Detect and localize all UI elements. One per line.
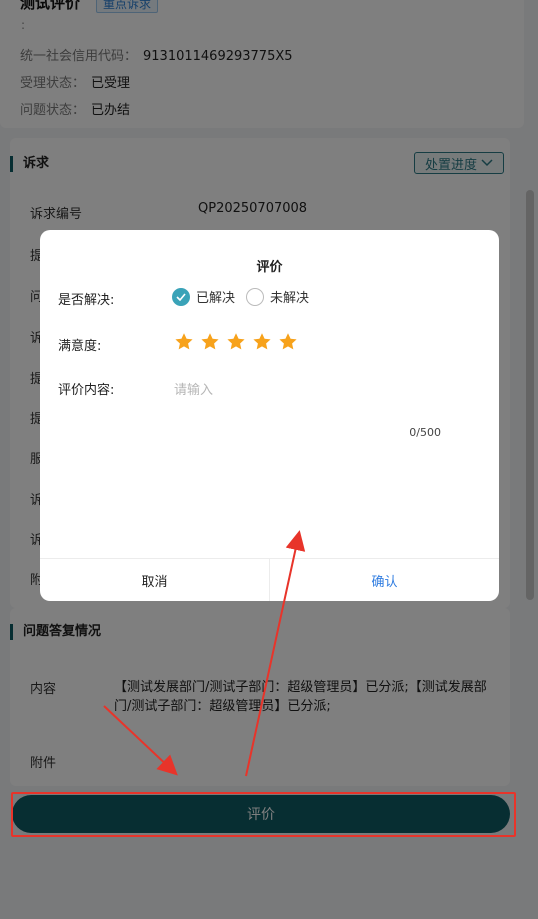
radio-unresolved-label: 未解决 (270, 291, 310, 306)
resolved-label: 是否解决: (58, 293, 115, 308)
star-rating[interactable] (174, 332, 298, 352)
star-icon[interactable] (174, 332, 194, 352)
star-icon[interactable] (278, 332, 298, 352)
radio-resolved[interactable]: 已解决 (172, 287, 235, 306)
star-icon[interactable] (226, 332, 246, 352)
content-label: 评价内容: (58, 383, 115, 398)
star-icon[interactable] (252, 332, 272, 352)
star-icon[interactable] (200, 332, 220, 352)
radio-resolved-label: 已解决 (196, 291, 236, 306)
cancel-button[interactable]: 取消 (40, 559, 270, 601)
dialog-footer: 取消 确认 (40, 558, 499, 601)
radio-unchecked-icon (246, 287, 264, 306)
evaluation-dialog: 评价 是否解决: 已解决 未解决 满意度: 评价内容: 请输入 0/500 取消… (40, 230, 499, 601)
confirm-button[interactable]: 确认 (270, 559, 499, 601)
dialog-title: 评价 (256, 260, 283, 275)
satisfaction-label: 满意度: (58, 339, 102, 354)
character-counter: 0/500 (409, 426, 441, 439)
radio-checked-icon (172, 287, 190, 306)
page: 测试评价 重点诉求 : 统一社会信用代码：9131011469293775X5 … (0, 0, 538, 919)
radio-unresolved[interactable]: 未解决 (246, 287, 309, 306)
evaluation-content-input[interactable]: 请输入 (174, 379, 213, 398)
